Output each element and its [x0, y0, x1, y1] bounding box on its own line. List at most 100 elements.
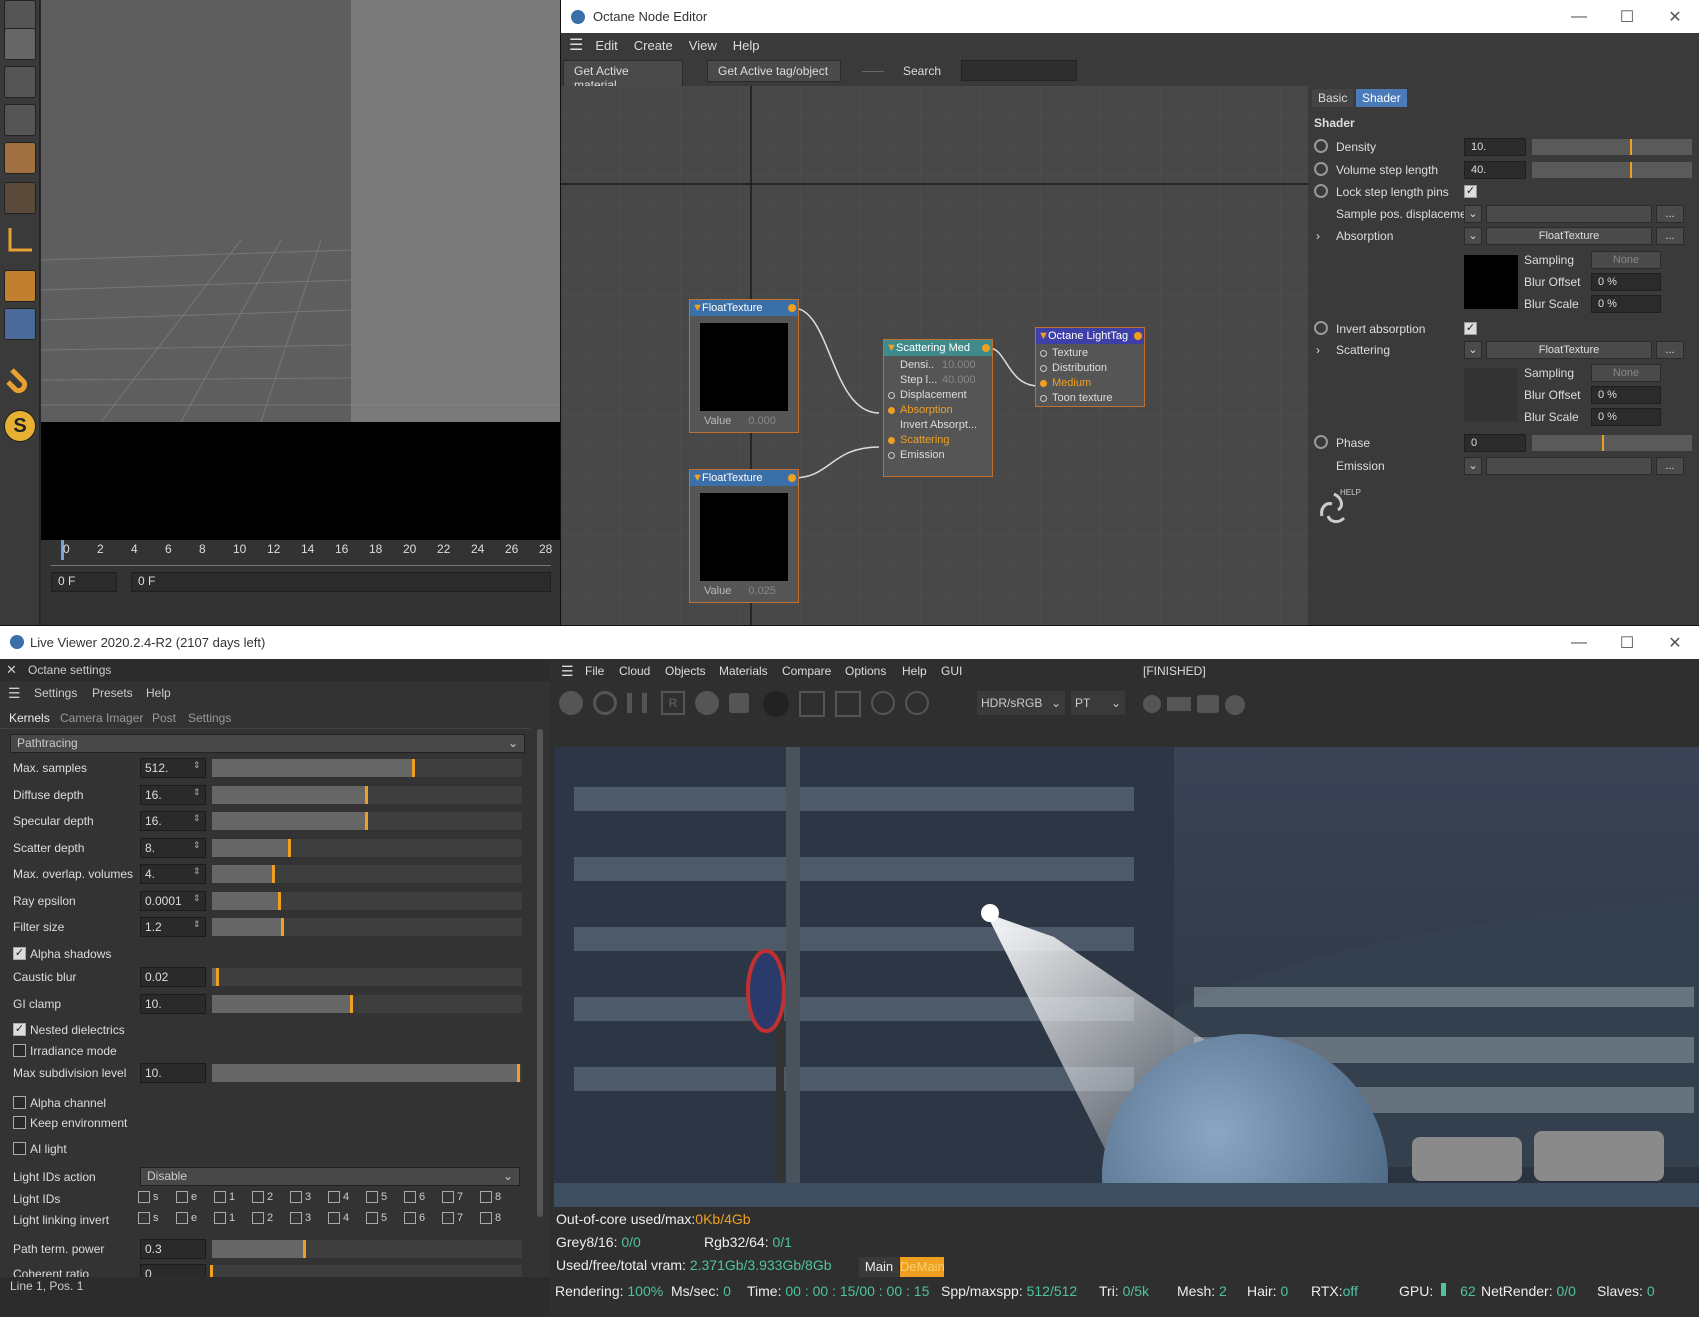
gi-clamp-slider[interactable] — [212, 995, 522, 1013]
value-slider[interactable] — [212, 865, 522, 883]
help-icon[interactable]: HELP — [1314, 488, 1361, 528]
rendered-image[interactable] — [554, 747, 1699, 1207]
pin-displacement[interactable]: Displacement — [884, 388, 992, 403]
focus-icon[interactable] — [871, 691, 895, 715]
lights-icon[interactable] — [1225, 695, 1245, 715]
invertabs-checkbox[interactable]: ✓ — [1464, 322, 1477, 335]
frame-icon[interactable] — [835, 691, 861, 717]
spinner-icon[interactable]: ⇕ — [193, 760, 201, 771]
gi-clamp-input[interactable]: 10. — [140, 994, 206, 1014]
value-slider[interactable] — [212, 785, 522, 804]
id-checkbox[interactable]: 4 — [328, 1212, 349, 1225]
pin-toon-texture[interactable]: Toon texture — [1036, 391, 1144, 406]
menu-help[interactable]: Help — [146, 686, 171, 700]
settings-scrollbar[interactable] — [537, 729, 543, 1217]
film-icon[interactable] — [1167, 697, 1191, 711]
lockstep-checkbox[interactable]: ✓ — [1464, 185, 1477, 198]
close-icon[interactable]: ✕ — [1651, 0, 1699, 33]
more-button[interactable]: ... — [1656, 341, 1684, 359]
max-subdiv-input[interactable]: 10. — [140, 1063, 206, 1083]
alpha-channel-checkbox[interactable] — [13, 1096, 26, 1109]
spinner-icon[interactable]: ⇕ — [193, 787, 201, 798]
add-icon[interactable] — [799, 691, 825, 717]
pin-scattering[interactable]: Scattering — [884, 433, 992, 448]
id-checkbox[interactable]: 2 — [252, 1212, 273, 1225]
output-port[interactable] — [1134, 332, 1142, 340]
magnet-icon[interactable] — [4, 362, 36, 394]
node-header[interactable]: ▼ Scattering Med — [884, 340, 992, 356]
menu-gui[interactable]: GUI — [941, 664, 962, 678]
axis-icon[interactable] — [4, 224, 36, 256]
kernel-dropdown[interactable]: Pathtracing ⌄ — [10, 734, 525, 753]
chevron-right-icon[interactable]: › — [1316, 229, 1320, 243]
samplepos-slot[interactable] — [1486, 205, 1652, 223]
tab-post[interactable]: Post — [152, 711, 176, 725]
pin-emission[interactable]: Emission — [884, 448, 992, 463]
camera-icon[interactable] — [1197, 695, 1219, 713]
id-checkbox[interactable]: e — [176, 1191, 197, 1204]
output-port[interactable] — [788, 304, 796, 312]
gear-icon[interactable] — [695, 691, 719, 715]
sampling-dropdown[interactable]: None — [1591, 251, 1661, 269]
alpha-shadows-checkbox[interactable]: ✓ — [13, 947, 26, 960]
tab-demain[interactable]: DeMain — [900, 1257, 945, 1277]
id-checkbox[interactable]: 6 — [404, 1191, 425, 1204]
id-checkbox[interactable]: e — [176, 1212, 197, 1225]
menu-presets[interactable]: Presets — [92, 686, 133, 700]
menu-edit[interactable]: Edit — [595, 38, 617, 53]
3d-viewport[interactable] — [41, 0, 560, 540]
minimize-icon[interactable]: — — [1555, 626, 1603, 659]
more-button[interactable]: ... — [1656, 457, 1684, 475]
hamburger-icon[interactable]: ☰ — [8, 685, 21, 702]
nested-dielectrics-checkbox[interactable]: ✓ — [13, 1023, 26, 1036]
blurscale-input[interactable]: 0 % — [1591, 295, 1661, 313]
phase-slider[interactable] — [1532, 435, 1692, 451]
pin-distribution[interactable]: Distribution — [1036, 361, 1144, 376]
anim-radio[interactable] — [1314, 184, 1328, 198]
tab-main[interactable]: Main — [859, 1257, 899, 1277]
id-checkbox[interactable]: 6 — [404, 1212, 425, 1225]
tab-kernels[interactable]: Kernels — [9, 711, 50, 725]
id-checkbox[interactable]: 1 — [214, 1191, 235, 1204]
id-checkbox[interactable]: s — [138, 1212, 159, 1225]
irradiance-mode-checkbox[interactable] — [13, 1044, 26, 1057]
caustic-blur-slider[interactable] — [212, 968, 522, 986]
node-header[interactable]: ▼ FloatTexture — [690, 300, 798, 316]
id-checkbox[interactable]: s — [138, 1191, 159, 1204]
value-slider[interactable] — [212, 812, 522, 830]
pin-invert-absorption[interactable]: Invert Absorpt... — [884, 418, 992, 433]
value-slider[interactable] — [212, 918, 522, 936]
phase-input[interactable]: 0 — [1464, 434, 1526, 452]
pin-texture[interactable]: Texture — [1036, 346, 1144, 361]
grid-plane-icon[interactable] — [4, 270, 36, 302]
value-slider[interactable] — [212, 891, 522, 910]
tab-camera-imager[interactable]: Camera Imager — [60, 711, 143, 725]
volstep-slider[interactable] — [1532, 162, 1692, 178]
ai-light-checkbox[interactable] — [13, 1142, 26, 1155]
get-active-tag-button[interactable]: Get Active tag/object — [707, 60, 841, 82]
emission-dropdown[interactable]: ⌄ — [1464, 457, 1482, 475]
id-checkbox[interactable]: 3 — [290, 1191, 311, 1204]
coherent-slider[interactable] — [210, 1265, 522, 1277]
region-render-icon[interactable]: R — [661, 691, 685, 715]
maximize-icon[interactable]: ☐ — [1603, 0, 1651, 33]
octane-logo-icon[interactable] — [559, 691, 583, 715]
pin-density[interactable]: Densi.. 10.000 — [884, 358, 992, 373]
more-button[interactable]: ... — [1656, 205, 1684, 223]
keep-environment-checkbox[interactable] — [13, 1116, 26, 1129]
minimize-icon[interactable]: — — [1555, 0, 1603, 33]
pin-absorption[interactable]: Absorption — [884, 403, 992, 418]
anim-radio[interactable] — [1314, 435, 1328, 449]
output-port[interactable] — [788, 474, 796, 482]
bluroffset-input[interactable]: 0 % — [1591, 273, 1661, 291]
spinner-icon[interactable]: ⇕ — [193, 919, 201, 930]
menu-options[interactable]: Options — [845, 664, 886, 678]
pin-step-length[interactable]: Step l... 40.000 — [884, 373, 992, 388]
id-checkbox[interactable]: 3 — [290, 1212, 311, 1225]
path-term-input[interactable]: 0.3 — [140, 1239, 206, 1259]
tab-basic[interactable]: Basic — [1312, 89, 1354, 107]
node-octane-lighttag[interactable]: ▼ Octane LightTag Texture Distribution M… — [1035, 327, 1145, 407]
blurscale-input[interactable]: 0 % — [1591, 408, 1661, 426]
menu-create[interactable]: Create — [634, 38, 673, 53]
spinner-icon[interactable]: ⇕ — [193, 893, 201, 904]
